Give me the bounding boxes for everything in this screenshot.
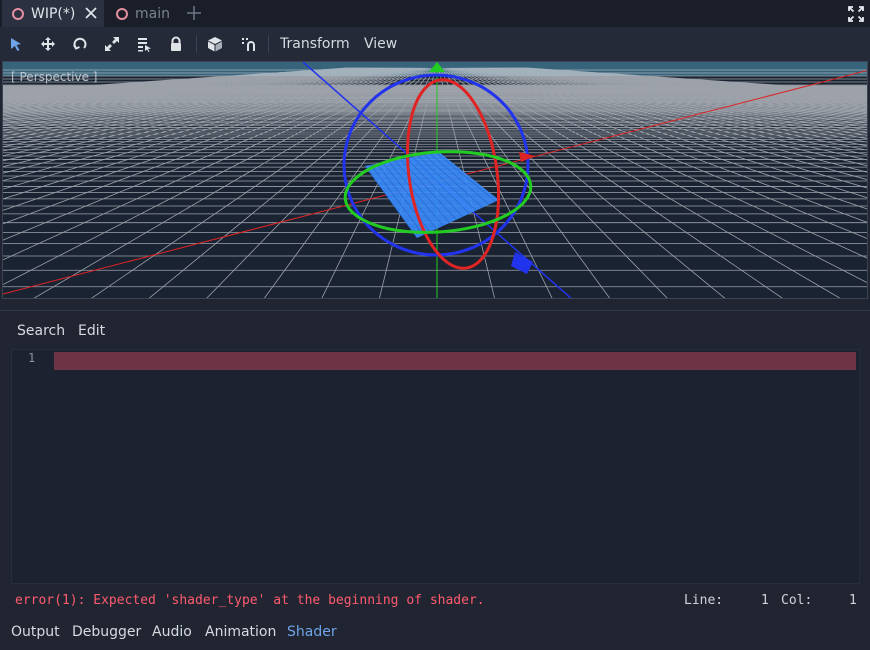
scene-node-icon [116, 7, 128, 20]
snap-icon[interactable] [237, 34, 259, 54]
view-menu[interactable]: View [364, 36, 397, 52]
transform-menu[interactable]: Transform [280, 36, 350, 52]
toolbar-separator [196, 35, 197, 53]
scene-tab-label: main [135, 5, 170, 22]
edit-menu[interactable]: Edit [78, 323, 105, 339]
tab-animation[interactable]: Animation [205, 624, 276, 640]
line-label: Line: [684, 593, 724, 608]
panel-divider [0, 310, 870, 311]
fullscreen-icon[interactable] [846, 4, 866, 24]
rotate-icon[interactable] [69, 34, 91, 54]
perspective-label[interactable]: [ Perspective ] [11, 70, 98, 84]
tab-debugger[interactable]: Debugger [72, 624, 141, 640]
scene-tab-label: WIP(*) [31, 5, 76, 22]
error-line-highlight [54, 352, 856, 370]
error-message: error(1): Expected 'shader_type' at the … [15, 593, 485, 608]
local-space-icon[interactable] [204, 34, 226, 54]
3d-viewport[interactable]: [ Perspective ] [2, 61, 868, 299]
select-icon[interactable] [5, 34, 27, 54]
toolbar-separator [268, 35, 269, 53]
scene-tab-main[interactable]: main [110, 0, 170, 27]
tab-shader[interactable]: Shader [287, 624, 337, 640]
close-icon[interactable] [82, 4, 100, 22]
spatial-editor-toolbar: Transform View [0, 27, 870, 61]
scene-tab-wip[interactable]: WIP(*) [2, 0, 104, 27]
scene-node-icon [12, 7, 24, 20]
col-value: 1 [849, 593, 857, 608]
line-number: 1 [28, 351, 36, 365]
scene-tab-bar: WIP(*) main [0, 0, 870, 27]
move-icon[interactable] [37, 34, 59, 54]
lock-icon[interactable] [165, 34, 187, 54]
line-value: 1 [761, 593, 769, 608]
search-menu[interactable]: Search [17, 323, 65, 339]
plus-icon[interactable] [184, 3, 204, 23]
col-label: Col: [781, 593, 813, 608]
tab-audio[interactable]: Audio [152, 624, 192, 640]
shader-code-editor[interactable]: 1 [11, 349, 860, 584]
viewport-canvas [3, 62, 867, 298]
scale-icon[interactable] [101, 34, 123, 54]
list-select-icon[interactable] [133, 34, 155, 54]
bottom-panel-tabs: Output Debugger Audio Animation Shader [0, 622, 870, 646]
tab-output[interactable]: Output [11, 624, 60, 640]
